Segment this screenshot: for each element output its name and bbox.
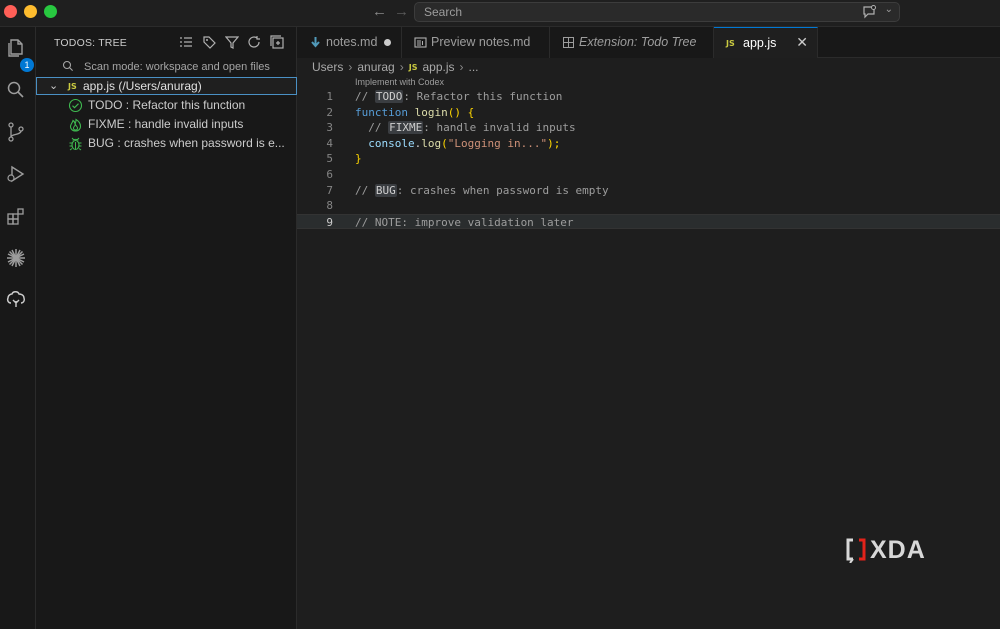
tree-item-label: FIXME : handle invalid inputs	[88, 117, 244, 131]
breadcrumb-item[interactable]: app.js	[422, 60, 454, 74]
search-icon[interactable]	[5, 79, 27, 101]
code-line[interactable]: 8	[297, 198, 1000, 214]
tab-label: Preview notes.md	[431, 35, 531, 49]
tab-label: Extension: Todo Tree	[579, 35, 697, 49]
line-number: 7	[326, 183, 333, 197]
explorer-icon[interactable]: 1	[5, 37, 34, 72]
window-minimize-button[interactable]	[24, 5, 37, 18]
line-number: 3	[326, 121, 333, 135]
code-text: // NOTE: improve validation later	[355, 215, 574, 229]
back-arrow-icon[interactable]: ←	[372, 3, 387, 20]
code-text: console.log("Logging in...");	[368, 136, 561, 150]
preview-icon	[414, 37, 427, 48]
code-line[interactable]: 7 // BUG: crashes when password is empty	[297, 183, 1000, 199]
check-circle-icon	[68, 98, 83, 113]
code-text: // BUG: crashes when password is empty	[355, 183, 609, 197]
scan-mode-label: Scan mode: workspace and open files	[84, 61, 270, 73]
markdown-icon	[311, 37, 320, 48]
chat-icon[interactable]	[861, 4, 877, 20]
tab-extension-todo-tree[interactable]: Extension: Todo Tree	[550, 27, 714, 58]
line-number: 6	[326, 168, 333, 181]
search-placeholder: Search	[424, 5, 463, 19]
source-control-icon[interactable]	[5, 121, 27, 143]
flat-list-icon[interactable]	[179, 35, 193, 49]
chevron-right-icon: ›	[459, 60, 464, 74]
fixme-highlight: FIXME	[388, 121, 424, 135]
tree-item-bug[interactable]: BUG : crashes when password is e...	[68, 135, 296, 153]
explorer-badge: 1	[20, 58, 34, 72]
run-debug-icon[interactable]	[5, 163, 27, 185]
tab-notes-md[interactable]: notes.md	[297, 27, 402, 58]
js-file-icon: JS	[68, 82, 77, 91]
code-text: // TODO: Refactor this function	[355, 90, 563, 103]
tree-item-todo[interactable]: TODO : Refactor this function	[68, 97, 296, 115]
filter-icon[interactable]	[224, 35, 240, 49]
line-number: 4	[326, 136, 333, 150]
line-number: 2	[326, 105, 333, 119]
xda-logo-icon	[846, 538, 866, 563]
codex-icon[interactable]	[5, 247, 27, 269]
tab-label: notes.md	[326, 35, 378, 49]
unsaved-dot-icon[interactable]	[384, 39, 391, 46]
code-line[interactable]: 6	[297, 167, 1000, 183]
close-icon[interactable]: ✕	[796, 34, 808, 51]
todo-tree-icon[interactable]	[5, 289, 27, 311]
tag-icon[interactable]	[202, 35, 216, 49]
chevron-down-icon[interactable]: ⌄	[885, 4, 893, 15]
line-number: 1	[326, 90, 333, 103]
code-line[interactable]: 5 }	[297, 151, 1000, 167]
code-text: // FIXME: handle invalid inputs	[355, 121, 576, 135]
bug-highlight: BUG	[374, 183, 397, 197]
sidebar-title: TODOS: TREE	[54, 37, 127, 49]
breadcrumb: Users › anurag › JS app.js ›...	[312, 60, 479, 76]
tab-label: app.js	[743, 36, 777, 50]
code-line[interactable]: 4 console.log("Logging in...");	[297, 136, 1000, 152]
js-file-icon: JS	[408, 63, 418, 72]
line-number: 5	[326, 152, 333, 166]
command-center-search[interactable]: Search ⌄	[414, 2, 900, 22]
code-line-current[interactable]: 9 // NOTE: improve validation later	[297, 213, 1000, 230]
search-icon	[62, 60, 73, 71]
tree-item-label: TODO : Refactor this function	[88, 98, 246, 112]
todo-highlight: TODO	[374, 90, 404, 103]
editor-tab-bar: notes.md Preview notes.md Extension: Tod…	[297, 27, 1000, 58]
js-file-icon: JS	[726, 39, 735, 48]
window-close-button[interactable]	[4, 5, 17, 18]
chevron-right-icon: ›	[399, 60, 404, 74]
tree-root-app-js[interactable]: ⌄ JS app.js (/Users/anurag)	[36, 77, 297, 95]
code-line[interactable]: 2 function login() {	[297, 105, 1000, 121]
code-line[interactable]: 1 // TODO: Refactor this function	[297, 89, 1000, 105]
title-bar: ← → Search ⌄	[0, 0, 1000, 27]
line-number: 9	[326, 215, 333, 229]
tree-root-label: app.js (/Users/anurag)	[83, 79, 202, 93]
tree-item-fixme[interactable]: FIXME : handle invalid inputs	[68, 116, 296, 134]
breadcrumb-item[interactable]: ...	[469, 60, 479, 74]
tree-item-label: BUG : crashes when password is e...	[88, 136, 285, 150]
breadcrumb-item[interactable]: Users	[312, 60, 343, 74]
breadcrumb-item[interactable]: anurag	[357, 60, 394, 74]
collapse-all-icon[interactable]	[270, 35, 284, 49]
activity-bar: 1	[0, 27, 36, 629]
bug-icon	[69, 137, 82, 151]
code-text: }	[355, 152, 362, 166]
line-number: 8	[326, 199, 333, 213]
xda-watermark-text: XDA	[870, 536, 926, 564]
extensions-icon[interactable]	[5, 205, 27, 227]
window-maximize-button[interactable]	[44, 5, 57, 18]
code-text: function login() {	[355, 105, 475, 119]
codelens-implement-with-codex[interactable]: Implement with Codex	[355, 77, 444, 87]
chevron-down-icon[interactable]: ⌄	[49, 79, 58, 92]
extension-icon	[563, 37, 574, 48]
code-line[interactable]: 3 // FIXME: handle invalid inputs	[297, 120, 1000, 136]
chevron-right-icon: ›	[348, 60, 353, 74]
flame-icon	[69, 118, 82, 132]
scan-mode-row[interactable]: Scan mode: workspace and open files	[62, 60, 270, 73]
tab-preview-notes-md[interactable]: Preview notes.md	[402, 27, 550, 58]
refresh-icon[interactable]	[247, 35, 261, 49]
forward-arrow-icon[interactable]: →	[394, 3, 409, 20]
todo-tree-sidebar: TODOS: TREE Scan mode: workspace and ope…	[36, 27, 297, 629]
tab-app-js[interactable]: JS app.js ✕	[714, 27, 818, 58]
